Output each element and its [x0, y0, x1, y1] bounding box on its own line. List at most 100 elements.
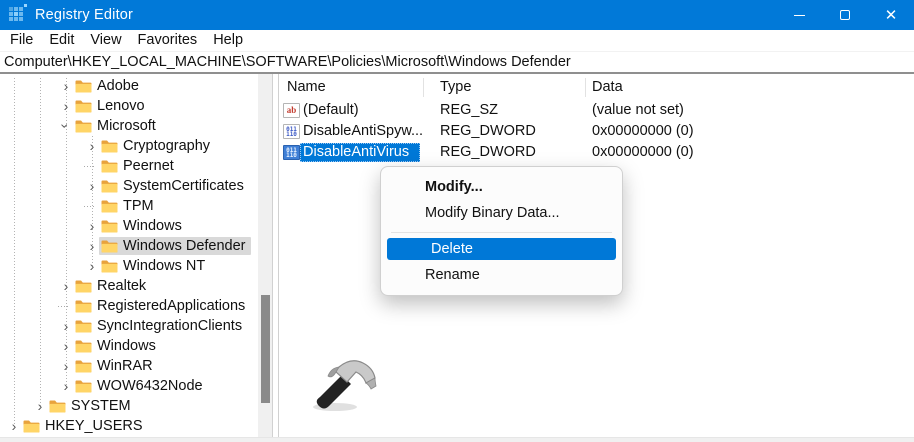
menu-item-file[interactable]: File — [2, 31, 41, 50]
context-menu: Modify...Modify Binary Data... DeleteRena… — [380, 166, 623, 296]
tree-item-label: WOW6432Node — [97, 378, 203, 394]
tree-rows: ›Adobe›Lenovo›Microsoft›CryptographyPeer… — [0, 76, 258, 436]
tree-item-body: SystemCertificates — [99, 177, 249, 195]
expand-chevron-icon[interactable]: › — [84, 179, 100, 193]
expand-chevron-icon[interactable]: › — [58, 99, 74, 113]
expand-chevron-icon[interactable]: › — [58, 279, 74, 293]
tree-item-registeredapplications[interactable]: RegisteredApplications — [0, 296, 258, 316]
menu-item-help[interactable]: Help — [205, 31, 251, 50]
horizontal-scrollbar[interactable] — [0, 437, 914, 442]
tree-item-cryptography[interactable]: › Cryptography — [0, 136, 258, 156]
tree-item-microsoft[interactable]: ›Microsoft — [0, 116, 258, 136]
tree-item-system[interactable]: › SYSTEM — [0, 396, 258, 416]
tree-item-wow6432node[interactable]: › WOW6432Node — [0, 376, 258, 396]
context-menu-item-modify[interactable]: Modify... — [381, 174, 622, 200]
tree-item-windows-nt[interactable]: › Windows NT — [0, 256, 258, 276]
expand-chevron-icon[interactable]: › — [32, 399, 48, 413]
tree-item-label: SystemCertificates — [123, 178, 244, 194]
tree-item-body: Adobe — [73, 77, 144, 95]
menu-item-view[interactable]: View — [82, 31, 129, 50]
tree-item-windows[interactable]: › Windows — [0, 216, 258, 236]
tree-item-hkey-users[interactable]: ›HKEY_USERS — [0, 416, 258, 436]
tree-item-body: SYSTEM — [47, 397, 136, 415]
tree-item-body: Windows Defender — [99, 237, 251, 255]
minimize-button[interactable] — [776, 0, 822, 30]
minimize-icon — [794, 15, 805, 16]
menu-item-edit[interactable]: Edit — [41, 31, 82, 50]
tree-item-body: SyncIntegrationClients — [73, 317, 247, 335]
expand-chevron-icon[interactable]: › — [84, 139, 100, 153]
tree-item-body: Peernet — [99, 157, 179, 175]
expand-chevron-icon[interactable]: › — [58, 359, 74, 373]
dotted-connector — [58, 306, 68, 307]
expand-chevron-icon[interactable]: › — [58, 319, 74, 333]
tree-item-label: Windows NT — [123, 258, 205, 274]
expand-chevron-icon[interactable]: › — [58, 79, 74, 93]
value-name: DisableAntiVirus — [300, 143, 420, 162]
value-row-disableantispyw[interactable]: 011110DisableAntiSpyw...REG_DWORD0x00000… — [279, 121, 914, 142]
tree-item-body: WinRAR — [73, 357, 158, 375]
tree-item-body: Microsoft — [73, 117, 161, 135]
tree-item-label: SyncIntegrationClients — [97, 318, 242, 334]
column-header-type[interactable]: Type — [440, 77, 471, 97]
tree-item-syncintegrationclients[interactable]: › SyncIntegrationClients — [0, 316, 258, 336]
dword-value-icon: 011110 — [283, 145, 300, 160]
tree-connector — [84, 166, 100, 167]
context-menu-item-delete[interactable]: Delete — [387, 238, 616, 260]
tree-item-label: Lenovo — [97, 98, 145, 114]
tree-item-label: Cryptography — [123, 138, 210, 154]
value-type: REG_SZ — [440, 101, 498, 120]
tree-item-windows[interactable]: › Windows — [0, 336, 258, 356]
tree-item-label: TPM — [123, 198, 154, 214]
tree-item-body: Lenovo — [73, 97, 150, 115]
title-bar: Registry Editor ✕ — [0, 0, 914, 30]
column-divider[interactable] — [423, 78, 424, 97]
value-name: DisableAntiSpyw... — [303, 122, 423, 141]
expand-chevron-icon[interactable]: › — [58, 379, 74, 393]
expand-chevron-icon[interactable]: › — [58, 339, 74, 353]
tree-item-lenovo[interactable]: › Lenovo — [0, 96, 258, 116]
tree-item-windows-defender[interactable]: › Windows Defender — [0, 236, 258, 256]
value-row-disableantivirus[interactable]: 011110DisableAntiVirusREG_DWORD0x0000000… — [279, 142, 914, 163]
tree-item-realtek[interactable]: ›Realtek — [0, 276, 258, 296]
tree-connector — [58, 306, 74, 307]
tree-item-systemcertificates[interactable]: › SystemCertificates — [0, 176, 258, 196]
column-header-data[interactable]: Data — [592, 77, 623, 97]
hammer-cursor — [305, 355, 385, 413]
expand-chevron-icon[interactable]: › — [6, 419, 22, 433]
tree-item-label: Windows — [123, 218, 182, 234]
tree-item-label: Windows — [97, 338, 156, 354]
dotted-connector — [84, 206, 94, 207]
tree-item-label: SYSTEM — [71, 398, 131, 414]
expand-chevron-icon[interactable]: › — [84, 259, 100, 273]
window-title: Registry Editor — [35, 7, 133, 23]
tree-item-peernet[interactable]: Peernet — [0, 156, 258, 176]
context-menu-item-modify-binary-data[interactable]: Modify Binary Data... — [381, 200, 622, 226]
dotted-connector — [84, 166, 94, 167]
tree-item-winrar[interactable]: ›WinRAR — [0, 356, 258, 376]
context-menu-item-rename[interactable]: Rename — [381, 262, 622, 288]
value-data: 0x00000000 (0) — [592, 122, 694, 141]
list-rows: ab(Default)REG_SZ(value not set)011110Di… — [279, 100, 914, 163]
expand-chevron-icon[interactable]: › — [84, 239, 100, 253]
tree-item-label: Windows Defender — [123, 238, 246, 254]
tree-vertical-scrollbar[interactable] — [258, 74, 272, 437]
close-button[interactable]: ✕ — [868, 0, 914, 30]
tree-item-adobe[interactable]: ›Adobe — [0, 76, 258, 96]
tree-item-body: Windows — [73, 337, 161, 355]
value-data: (value not set) — [592, 101, 684, 120]
value-type: REG_DWORD — [440, 122, 536, 141]
maximize-button[interactable] — [822, 0, 868, 30]
tree-item-body: RegisteredApplications — [73, 297, 250, 315]
address-bar[interactable]: Computer\HKEY_LOCAL_MACHINE\SOFTWARE\Pol… — [0, 52, 914, 74]
tree-item-body: TPM — [99, 197, 159, 215]
menu-item-favorites[interactable]: Favorites — [130, 31, 206, 50]
column-header-name[interactable]: Name — [287, 77, 326, 97]
column-divider[interactable] — [585, 78, 586, 97]
collapse-chevron-icon[interactable]: › — [58, 119, 74, 133]
value-name: (Default) — [303, 101, 359, 120]
expand-chevron-icon[interactable]: › — [84, 219, 100, 233]
value-row-default[interactable]: ab(Default)REG_SZ(value not set) — [279, 100, 914, 121]
tree-item-tpm[interactable]: TPM — [0, 196, 258, 216]
scrollbar-thumb[interactable] — [261, 295, 270, 403]
